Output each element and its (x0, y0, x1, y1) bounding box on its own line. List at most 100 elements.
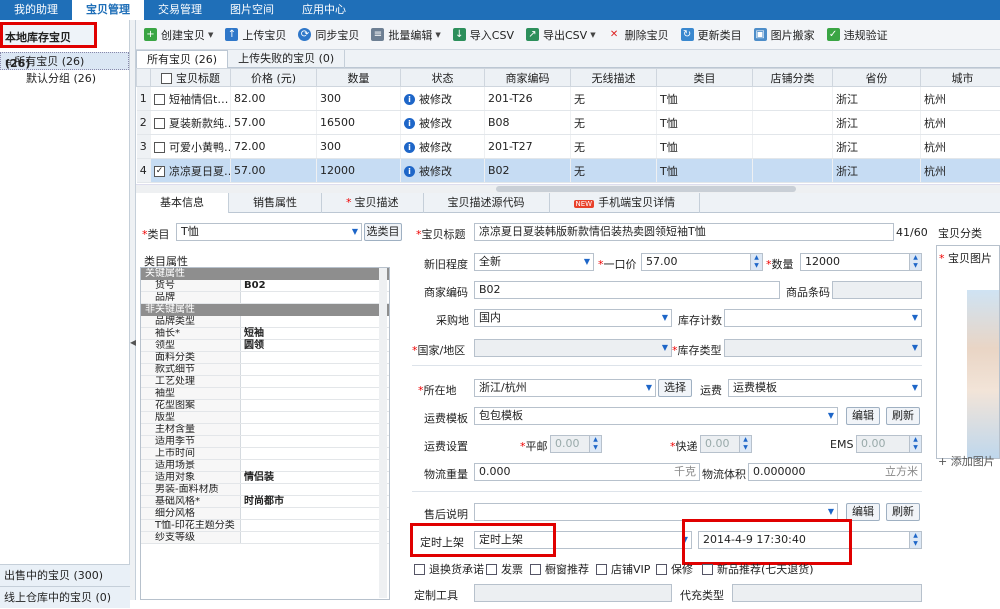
price-input[interactable]: 57.00▲▼ (641, 253, 763, 271)
prop-value[interactable] (241, 292, 389, 303)
prop-row[interactable]: 品牌类型 (141, 316, 389, 328)
prop-value[interactable] (241, 376, 389, 387)
tab-mobile-detail[interactable]: NEW手机端宝贝详情 (550, 193, 701, 213)
row-checkbox[interactable] (154, 142, 165, 153)
row-checkbox[interactable] (154, 118, 165, 129)
choose-location-button[interactable]: 选择 (658, 379, 692, 397)
qty-input[interactable]: 12000▲▼ (800, 253, 922, 271)
prop-value[interactable] (241, 424, 389, 435)
prop-row[interactable]: 袖型 (141, 388, 389, 400)
nav-item-management[interactable]: 宝贝管理 (72, 0, 144, 20)
col-status[interactable]: 状态 (401, 69, 485, 87)
prop-value[interactable]: 时尚都市 (241, 496, 389, 507)
merchant-code-input[interactable]: B02 (474, 281, 780, 299)
prop-row[interactable]: 版型 (141, 412, 389, 424)
import-csv-button[interactable]: ↓导入CSV (447, 23, 520, 47)
col-shop-category[interactable]: 店铺分类 (753, 69, 833, 87)
export-csv-button[interactable]: ↗导出CSV▼ (520, 23, 602, 47)
tab-all-items[interactable]: 所有宝贝 (26) (136, 50, 228, 68)
prop-value[interactable]: 短袖 (241, 328, 389, 339)
prop-row[interactable]: 纱支等级 (141, 532, 389, 544)
tab-sales-props[interactable]: 销售属性 (229, 193, 322, 213)
country-select[interactable]: ▼ (474, 339, 672, 357)
nav-image-space[interactable]: 图片空间 (216, 0, 288, 20)
tab-description[interactable]: *宝贝描述 (322, 193, 424, 213)
nav-trade[interactable]: 交易管理 (144, 0, 216, 20)
table-row[interactable]: 1 短袖情侣t… 82.00 300 i被修改 201-T26 无 T恤 浙江 … (137, 87, 1000, 111)
horizontal-scrollbar[interactable] (136, 184, 1000, 193)
prop-value[interactable] (241, 436, 389, 447)
prop-row[interactable]: 袖长*短袖 (141, 328, 389, 340)
datetime-spinner[interactable]: ▲▼ (909, 532, 921, 548)
select-category-button[interactable]: 选类目 (364, 223, 402, 241)
stock-count-select[interactable]: ▼ (724, 309, 922, 327)
product-image[interactable] (967, 290, 1000, 458)
prop-value[interactable] (241, 316, 389, 327)
col-qty[interactable]: 数量 (317, 69, 401, 87)
col-price[interactable]: 价格 (元) (231, 69, 317, 87)
qty-spinner[interactable]: ▲▼ (909, 254, 921, 270)
table-row[interactable]: 4 ✓凉凉夏日夏… 57.00 12000 i被修改 B02 无 T恤 浙江 杭… (137, 159, 1000, 183)
prop-value[interactable]: B02 (241, 280, 389, 291)
scroll-thumb[interactable] (496, 186, 796, 192)
prop-row[interactable]: T恤-印花主题分类 (141, 520, 389, 532)
table-row[interactable]: 3 可爱小黄鸭… 72.00 300 i被修改 201-T27 无 T恤 浙江 … (137, 135, 1000, 159)
category-field[interactable]: T恤▼ (176, 223, 362, 241)
prop-value[interactable] (241, 352, 389, 363)
price-spinner[interactable]: ▲▼ (750, 254, 762, 270)
prop-row[interactable]: 细分风格 (141, 508, 389, 520)
post-fee-input[interactable]: 0.00▲▼ (550, 435, 602, 453)
prop-row[interactable]: 货号B02 (141, 280, 389, 292)
col-title[interactable]: 宝贝标题 (151, 69, 231, 87)
invoice-checkbox[interactable]: 发票 (486, 561, 523, 577)
express-fee-input[interactable]: 0.00▲▼ (700, 435, 752, 453)
prop-row[interactable]: 面料分类 (141, 352, 389, 364)
nav-app-center[interactable]: 应用中心 (288, 0, 360, 20)
prop-value[interactable] (241, 508, 389, 519)
all-items-node[interactable]: ⊟ 所有宝贝 (26) (0, 52, 129, 70)
row-checkbox[interactable]: ✓ (154, 166, 165, 177)
location-select[interactable]: 浙江/杭州▼ (474, 379, 656, 397)
barcode-input[interactable] (832, 281, 922, 299)
prop-row[interactable]: 工艺处理 (141, 376, 389, 388)
prop-row[interactable]: 主材含量 (141, 424, 389, 436)
volume-input[interactable]: 0.000000立方米 (748, 463, 922, 481)
select-all-checkbox[interactable] (161, 73, 172, 84)
prop-row[interactable]: 领型圆领 (141, 340, 389, 352)
ems-fee-input[interactable]: 0.00▲▼ (856, 435, 922, 453)
prop-value[interactable] (241, 412, 389, 423)
prop-row[interactable]: 基础风格*时尚都市 (141, 496, 389, 508)
weight-input[interactable]: 0.000千克 (474, 463, 700, 481)
freight-select[interactable]: 运费模板▼ (728, 379, 922, 397)
row-checkbox[interactable] (154, 94, 165, 105)
update-category-button[interactable]: ↻更新类目 (675, 23, 748, 47)
online-warehouse-items[interactable]: 线上仓库中的宝贝 (0) (0, 586, 130, 608)
col-province[interactable]: 省份 (833, 69, 921, 87)
refresh-aftersale-button[interactable]: 刷新 (886, 503, 920, 521)
freight-template-select[interactable]: 包包模板▼ (474, 407, 838, 425)
prop-row[interactable]: 上市时间 (141, 448, 389, 460)
tab-description-source[interactable]: 宝贝描述源代码 (424, 193, 550, 213)
prop-value[interactable] (241, 364, 389, 375)
proxy-type-select[interactable] (732, 584, 922, 602)
prop-row[interactable]: 适用季节 (141, 436, 389, 448)
prop-value[interactable]: 圆领 (241, 340, 389, 351)
prop-row[interactable]: 花型图案 (141, 400, 389, 412)
return-promise-checkbox[interactable]: 退换货承诺 (414, 561, 484, 577)
post-spinner[interactable]: ▲▼ (589, 436, 601, 452)
upload-item-button[interactable]: ↑上传宝贝 (219, 23, 292, 47)
collapse-icon[interactable]: ⊟ (5, 58, 14, 67)
col-city[interactable]: 城市 (921, 69, 1000, 87)
prop-value[interactable] (241, 484, 389, 495)
prop-value[interactable] (241, 448, 389, 459)
prop-value[interactable]: 情侣装 (241, 472, 389, 483)
nav-assistant[interactable]: 我的助理 (0, 0, 72, 20)
table-row[interactable]: 2 夏装新款纯… 57.00 16500 i被修改 B08 无 T恤 浙江 杭州… (137, 111, 1000, 135)
shop-vip-checkbox[interactable]: 店铺VIP (596, 561, 650, 577)
refresh-freight-button[interactable]: 刷新 (886, 407, 920, 425)
create-item-button[interactable]: +创建宝贝▼ (138, 23, 219, 47)
delete-item-button[interactable]: ✕删除宝贝 (602, 23, 675, 47)
prop-row[interactable]: 品牌 (141, 292, 389, 304)
image-move-button[interactable]: ▣图片搬家 (748, 23, 821, 47)
prop-value[interactable] (241, 460, 389, 471)
